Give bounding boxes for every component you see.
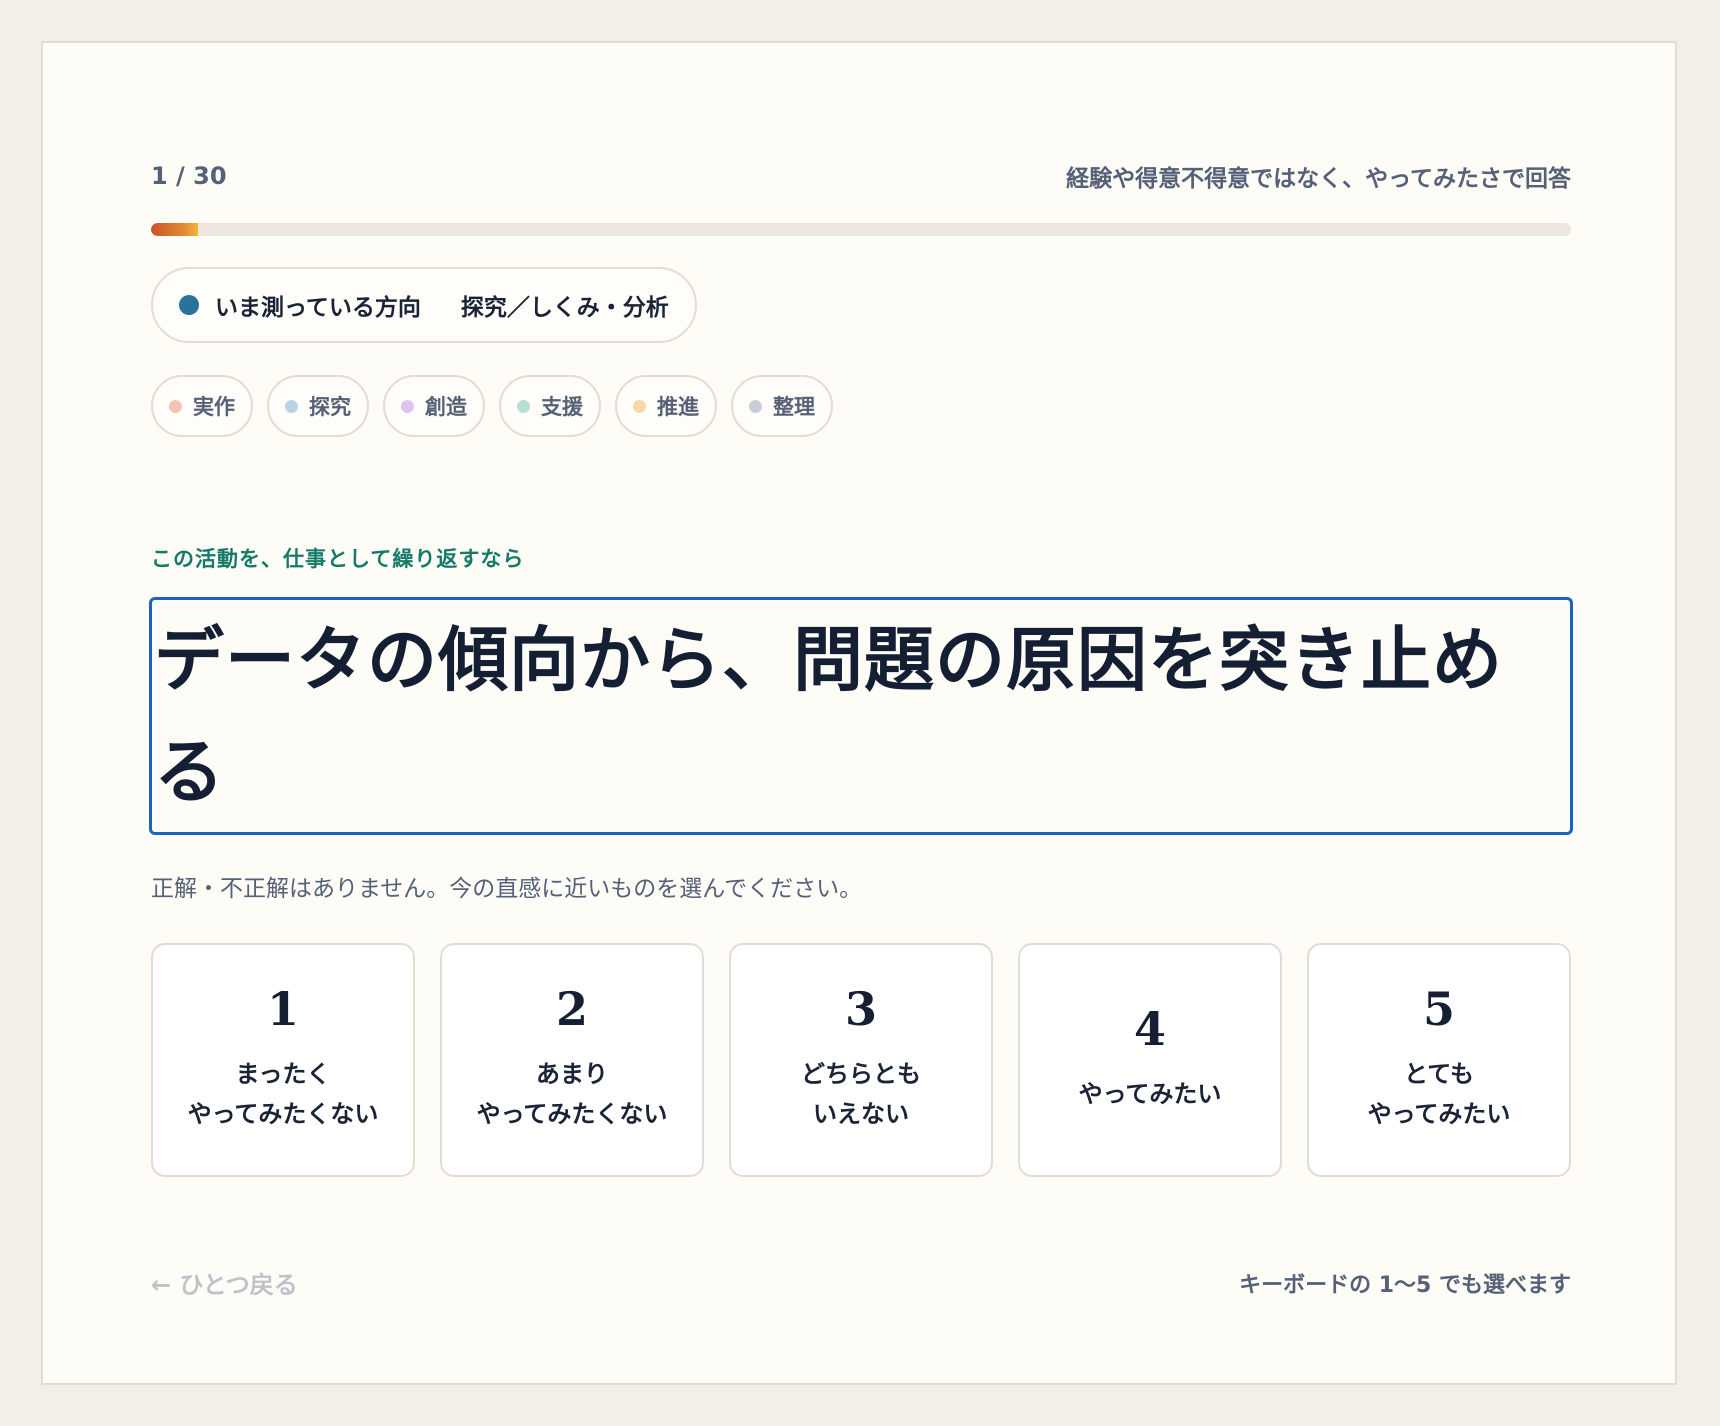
category-label: 探究 [309,395,351,419]
direction-value: 探究／しくみ・分析 [460,295,669,321]
question-card: 1 / 30 経験や得意不得意ではなく、やってみたさで回答 いま測っている方向 … [41,41,1677,1385]
category-tag: 創造 [383,375,485,437]
keyboard-hint: キーボードの 1〜5 でも選べます [1239,1272,1571,1298]
category-dot-icon [285,399,298,413]
option-label: とても やってみたい [1367,1060,1511,1128]
category-label: 整理 [773,395,815,419]
option-label: どちらとも いえない [801,1060,921,1128]
answer-instruction: 経験や得意不得意ではなく、やってみたさで回答 [1066,166,1571,192]
progress-counter: 1 / 30 [151,162,227,190]
question-eyebrow: この活動を、仕事として繰り返すなら [151,547,525,571]
option-label: まったく やってみたくない [187,1060,379,1128]
card-content: 1 / 30 経験や得意不得意ではなく、やってみたさで回答 いま測っている方向 … [149,43,1573,1383]
category-dot-icon [749,399,762,413]
category-label: 創造 [425,395,467,419]
option-label: あまり やってみたくない [476,1060,668,1128]
option-3-button[interactable]: 3 どちらとも いえない [729,943,993,1177]
direction-dot-icon [179,295,199,315]
category-tag: 探究 [267,375,369,437]
category-tag: 整理 [731,375,833,437]
progress-header: 1 / 30 経験や得意不得意ではなく、やってみたさで回答 [151,159,1571,193]
category-tag: 実作 [151,375,253,437]
direction-label: いま測っている方向 [215,295,421,321]
footer: ← ひとつ戻る キーボードの 1〜5 でも選べます [151,1265,1571,1300]
progress-bar-fill [151,223,199,236]
category-tag: 推進 [615,375,717,437]
option-number: 5 [1422,982,1455,1036]
option-4-button[interactable]: 4 やってみたい [1018,943,1282,1177]
option-number: 1 [266,982,299,1036]
option-1-button[interactable]: 1 まったく やってみたくない [151,943,415,1177]
category-dot-icon [517,399,530,413]
category-dot-icon [633,399,646,413]
answer-note: 正解・不正解はありません。今の直感に近いものを選んでください。 [151,876,863,902]
answer-options: 1 まったく やってみたくない 2 あまり やってみたくない 3 どちらとも い… [151,943,1571,1177]
option-5-button[interactable]: 5 とても やってみたい [1307,943,1571,1177]
progress-bar [151,223,1571,236]
category-dot-icon [401,399,414,413]
category-dot-icon [169,399,182,413]
option-2-button[interactable]: 2 あまり やってみたくない [440,943,704,1177]
current-direction-pill: いま測っている方向 探究／しくみ・分析 [151,267,697,343]
category-tags: 実作 探究 創造 支援 推進 整理 [151,375,847,437]
question-text: データの傾向から、問題の原因を突き止める [149,597,1573,835]
category-label: 推進 [657,395,699,419]
category-tag: 支援 [499,375,601,437]
back-button[interactable]: ← ひとつ戻る [151,1265,298,1300]
category-label: 実作 [193,395,235,419]
option-number: 2 [555,982,588,1036]
option-number: 3 [844,982,877,1036]
option-number: 4 [1133,1002,1166,1056]
option-label: やってみたい [1078,1080,1222,1108]
category-label: 支援 [541,395,583,419]
